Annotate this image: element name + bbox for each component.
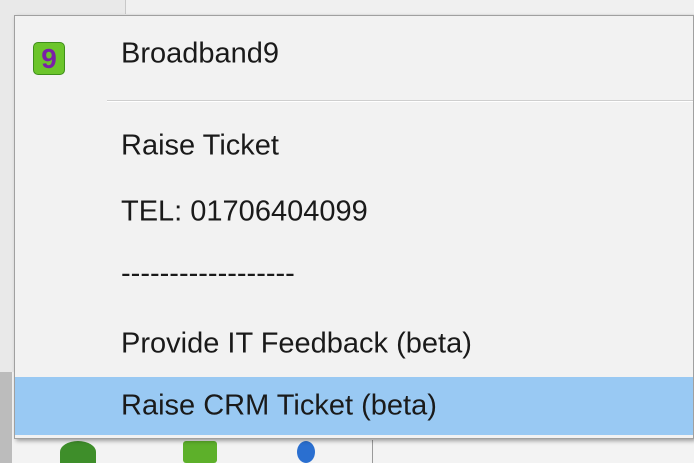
menu-item-label: ------------------ (121, 257, 295, 290)
menu-item-telephone[interactable]: TEL: 01706404099 (15, 183, 693, 241)
taskbar-divider (372, 440, 373, 463)
menu-item-dash-separator[interactable]: ------------------ (15, 248, 693, 306)
menu-item-label: TEL: 01706404099 (121, 195, 368, 228)
background-window (125, 0, 694, 14)
menu-item-label: Provide IT Feedback (beta) (121, 327, 472, 360)
menu-header-broadband9[interactable]: 9 Broadband9 (15, 25, 693, 83)
tray-app-icon[interactable] (60, 441, 96, 463)
menu-item-raise-crm-ticket[interactable]: Raise CRM Ticket (beta) (15, 377, 693, 435)
logo-glyph: 9 (41, 43, 57, 74)
tray-broadband9-icon[interactable] (183, 441, 217, 463)
taskbar-edge (0, 372, 12, 463)
tray-context-menu: 9 Broadband9 Raise Ticket TEL: 017064040… (14, 15, 694, 439)
menu-item-provide-it-feedback[interactable]: Provide IT Feedback (beta) (15, 315, 693, 373)
menu-separator (107, 100, 693, 102)
tray-network-icon[interactable] (297, 441, 315, 463)
broadband9-logo-icon: 9 (33, 42, 65, 75)
menu-item-raise-ticket[interactable]: Raise Ticket (15, 117, 693, 175)
menu-header-label: Broadband9 (121, 37, 280, 70)
menu-item-label: Raise Ticket (121, 129, 279, 162)
menu-item-label: Raise CRM Ticket (beta) (121, 389, 437, 422)
